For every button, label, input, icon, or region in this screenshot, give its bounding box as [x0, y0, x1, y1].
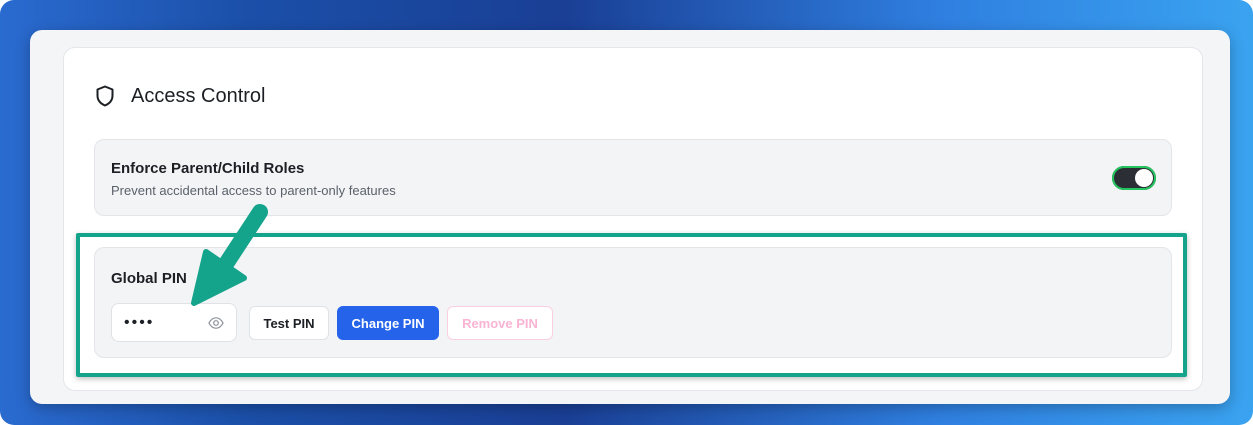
shield-icon — [95, 85, 115, 107]
setting-description: Prevent accidental access to parent-only… — [111, 183, 396, 198]
enforce-roles-toggle[interactable] — [1112, 166, 1156, 190]
remove-pin-button: Remove PIN — [447, 306, 553, 340]
test-pin-button[interactable]: Test PIN — [249, 306, 329, 340]
change-pin-button[interactable]: Change PIN — [337, 306, 439, 340]
pin-input[interactable] — [124, 304, 208, 341]
enforce-roles-setting: Enforce Parent/Child Roles Prevent accid… — [94, 139, 1172, 216]
card-header: Access Control — [95, 82, 266, 110]
pin-input-wrapper — [111, 303, 237, 342]
pin-title: Global PIN — [111, 270, 187, 287]
global-pin-section: Global PIN Test PIN Change PIN Remove PI… — [94, 247, 1172, 358]
eye-icon[interactable] — [208, 316, 224, 330]
toggle-knob — [1135, 169, 1153, 187]
card-title: Access Control — [131, 84, 266, 107]
setting-title: Enforce Parent/Child Roles — [111, 160, 305, 177]
